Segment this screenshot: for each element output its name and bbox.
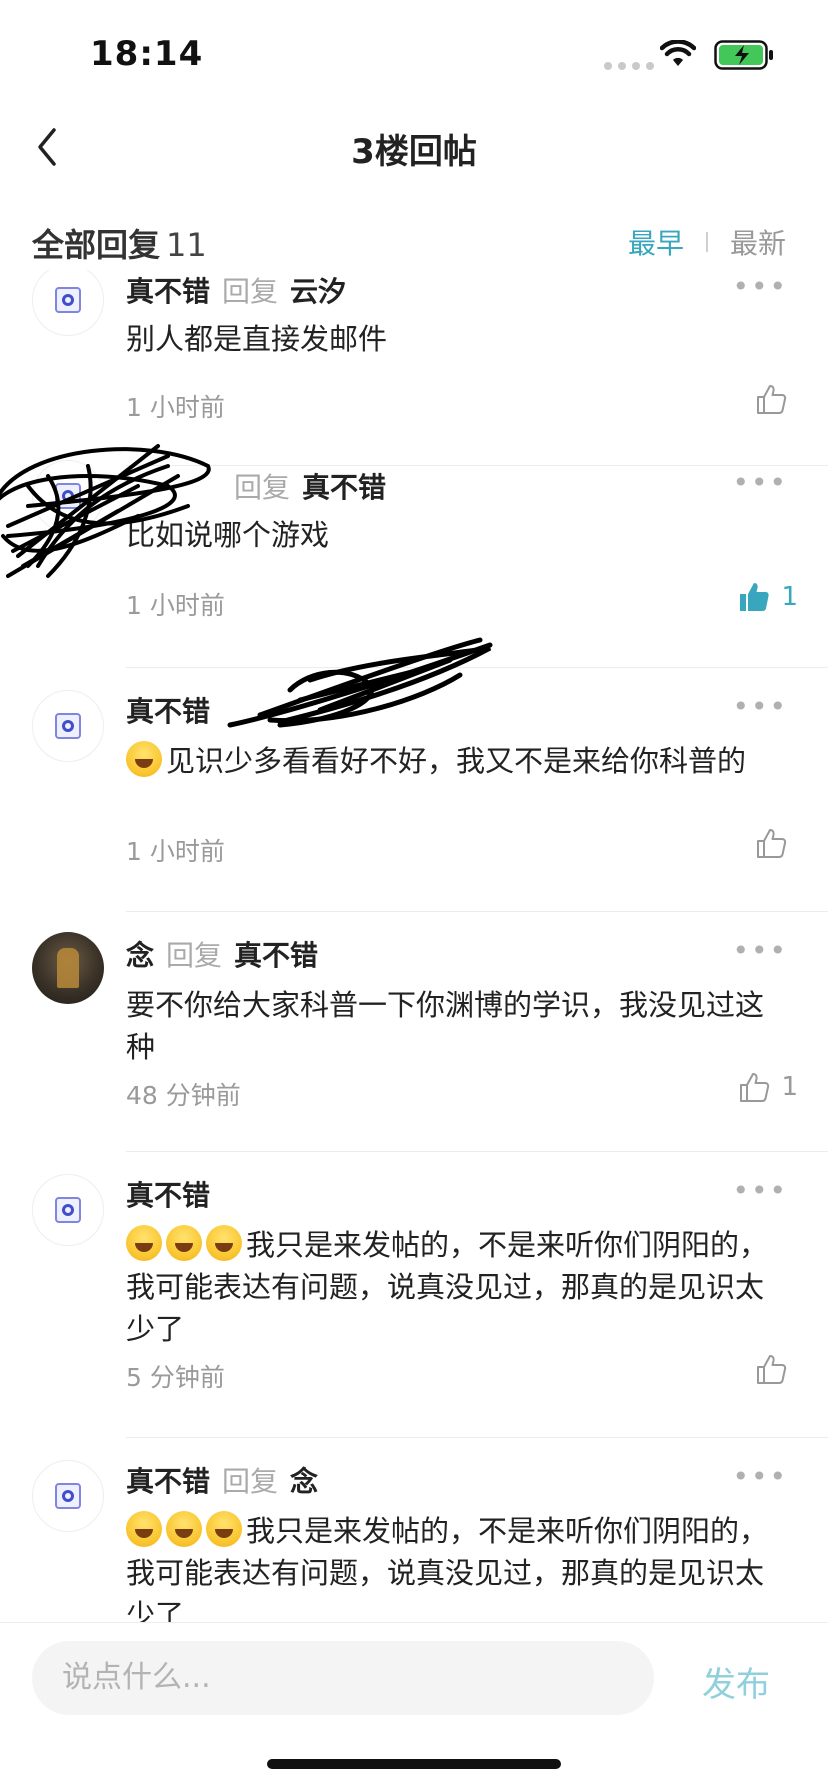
reply-filter-row: 全部回复 11 最早 最新 — [0, 212, 828, 268]
comment-item: 真不错 ••• 我只是来发帖的，不是来听你们阴阳的，我可能表达有问题，说真没见过… — [0, 1152, 828, 1438]
grinning-sweat-emoji-icon — [126, 741, 162, 777]
comment-input[interactable]: 说点什么... — [32, 1641, 654, 1715]
more-options-icon[interactable]: ••• — [732, 690, 788, 723]
thumbs-up-filled-icon — [740, 583, 770, 611]
reply-word: 回复 — [234, 471, 291, 504]
reply-word: 回复 — [222, 1465, 279, 1498]
grinning-sweat-emoji-icon — [206, 1225, 242, 1261]
grinning-sweat-emoji-icon — [166, 1225, 202, 1261]
reply-target-name[interactable]: 真不错 — [302, 466, 386, 506]
like-count: 1 — [781, 1072, 798, 1102]
comment-time: 5 分钟前 — [126, 1363, 225, 1392]
comment-content: 我只是来发帖的，不是来听你们阴阳的，我可能表达有问题，说真没见过，那真的是见识太… — [126, 1224, 786, 1350]
sort-earliest-button[interactable]: 最早 — [628, 222, 684, 262]
home-indicator[interactable] — [267, 1759, 561, 1769]
commenter-name[interactable]: 念 — [126, 934, 154, 974]
more-options-icon[interactable]: ••• — [732, 466, 788, 499]
comment-text: 要不你给大家科普一下你渊博的学识，我没见过这种 — [126, 988, 765, 1064]
comment-content: 见识少多看看好不好，我又不是来给你科普的 — [126, 740, 786, 782]
more-options-icon[interactable]: ••• — [732, 270, 788, 303]
thumbs-up-icon — [740, 1073, 770, 1102]
thumbs-up-icon — [757, 1355, 787, 1384]
grinning-sweat-emoji-icon — [126, 1225, 162, 1261]
comment-header: 回复 真不错 — [222, 466, 386, 506]
comment-header: 真不错 — [126, 690, 222, 730]
comment-text: 比如说哪个游戏 — [126, 518, 330, 552]
thumbs-up-icon — [757, 385, 787, 414]
like-button[interactable]: 1 — [737, 1070, 798, 1104]
comment-header: 真不错 回复 念 — [126, 1460, 318, 1500]
grinning-sweat-emoji-icon — [166, 1511, 202, 1547]
comment-item: 念 回复 真不错 ••• 要不你给大家科普一下你渊博的学识，我没见过这种 48 … — [0, 912, 828, 1152]
all-replies-label: 全部回复 11 — [32, 220, 207, 266]
commenter-name[interactable]: 真不错 — [126, 690, 210, 730]
comment-list[interactable]: 真不错 回复 云汐 ••• 别人都是直接发邮件 1 小时前 回复 真不错 •••… — [0, 270, 828, 1622]
status-time: 18:14 — [90, 34, 204, 74]
reply-word: 回复 — [166, 939, 223, 972]
comment-input-bar: 说点什么... 发布 — [0, 1622, 828, 1792]
cellular-signal-icon — [604, 62, 654, 70]
battery-charging-icon — [714, 40, 773, 70]
page-title: 3楼回帖 — [351, 132, 477, 172]
comment-item: 真不错 ••• 见识少多看看好不好，我又不是来给你科普的 1 小时前 — [0, 637, 828, 912]
reply-target-name[interactable]: 云汐 — [290, 270, 346, 310]
grinning-sweat-emoji-icon — [126, 1511, 162, 1547]
reply-target-name[interactable]: 真不错 — [234, 934, 318, 974]
comment-item: 回复 真不错 ••• 比如说哪个游戏 1 小时前 1 — [0, 444, 828, 668]
more-options-icon[interactable]: ••• — [732, 1460, 788, 1493]
like-button[interactable] — [754, 826, 798, 860]
comment-time: 1 小时前 — [126, 393, 225, 422]
comment-time: 48 分钟前 — [126, 1081, 241, 1110]
avatar[interactable] — [32, 1174, 104, 1246]
commenter-name[interactable]: 真不错 — [126, 1174, 210, 1214]
comment-item: 真不错 回复 念 ••• 我只是来发帖的，不是来听你们阴阳的，我可能表达有问题，… — [0, 1438, 828, 1622]
sort-toggle: 最早 最新 — [628, 222, 786, 262]
comment-text: 见识少多看看好不好，我又不是来给你科普的 — [166, 744, 747, 778]
reply-target-name[interactable]: 念 — [290, 1460, 318, 1500]
comment-item: 真不错 回复 云汐 ••• 别人都是直接发邮件 1 小时前 — [0, 270, 828, 466]
avatar[interactable] — [32, 460, 104, 532]
sort-latest-button[interactable]: 最新 — [730, 222, 786, 262]
commenter-name[interactable]: 真不错 — [126, 270, 210, 310]
more-options-icon[interactable]: ••• — [732, 934, 788, 967]
like-button[interactable] — [754, 382, 798, 416]
avatar[interactable] — [32, 1460, 104, 1532]
all-replies-text: 全部回复 — [32, 226, 161, 264]
more-options-icon[interactable]: ••• — [732, 1174, 788, 1207]
comment-time: 1 小时前 — [126, 591, 225, 620]
comment-text: 别人都是直接发邮件 — [126, 322, 388, 356]
avatar[interactable] — [32, 270, 104, 336]
reply-word: 回复 — [222, 275, 279, 308]
status-bar: 18:14 — [0, 0, 828, 100]
reply-count: 11 — [166, 226, 207, 264]
like-button[interactable]: 1 — [737, 580, 798, 614]
comment-header: 真不错 回复 云汐 — [126, 270, 346, 310]
comment-header: 真不错 — [126, 1174, 222, 1214]
avatar[interactable] — [32, 690, 104, 762]
avatar[interactable] — [32, 932, 104, 1004]
grinning-sweat-emoji-icon — [206, 1511, 242, 1547]
comment-time: 1 小时前 — [126, 837, 225, 866]
like-count: 1 — [781, 582, 798, 612]
comment-header: 念 回复 真不错 — [126, 934, 318, 974]
thumbs-up-icon — [757, 829, 787, 858]
commenter-name[interactable]: 真不错 — [126, 1460, 210, 1500]
publish-button[interactable]: 发布 — [702, 1657, 770, 1706]
sort-divider — [705, 232, 708, 252]
like-button[interactable] — [754, 1352, 798, 1386]
wifi-icon — [660, 40, 696, 66]
nav-bar: 3楼回帖 — [0, 100, 828, 196]
comment-content: 我只是来发帖的，不是来听你们阴阳的，我可能表达有问题，说真没见过，那真的是见识太… — [126, 1510, 786, 1622]
